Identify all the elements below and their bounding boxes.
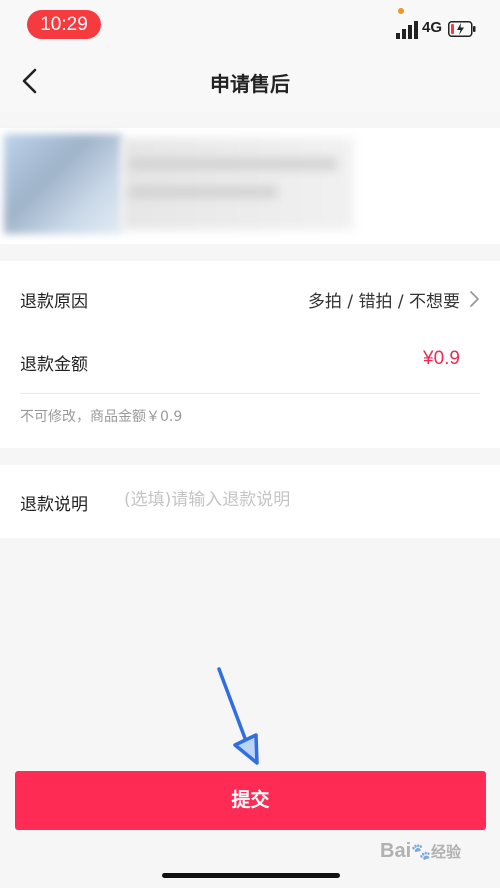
product-thumbnail xyxy=(4,134,122,234)
watermark-suffix: 经验 xyxy=(431,843,462,861)
refund-amount-label: 退款金额 xyxy=(20,355,88,375)
status-time: 10:29 xyxy=(27,10,101,39)
page-title: 申请售后 xyxy=(210,72,290,96)
refund-reason-value[interactable]: 多拍 / 错拍 / 不想要 xyxy=(308,287,460,312)
refund-info-card: 退款原因 多拍 / 错拍 / 不想要 退款金额 ¥0.9 不可修改，商品金额￥0… xyxy=(0,261,500,448)
baidu-jingyan-watermark: Bai🐾经验 xyxy=(380,840,462,862)
product-card[interactable] xyxy=(0,128,500,244)
home-indicator xyxy=(162,873,340,878)
refund-description-label: 退款说明 xyxy=(20,495,88,515)
signal-icon xyxy=(396,21,418,39)
product-title-blurred xyxy=(128,158,338,170)
submit-button[interactable]: 提交 xyxy=(15,771,486,830)
refund-description-input[interactable] xyxy=(124,485,464,515)
divider xyxy=(20,393,480,394)
chevron-right-icon[interactable] xyxy=(468,290,480,308)
network-type: 4G xyxy=(422,19,443,36)
refund-amount-value: ¥0.9 xyxy=(423,348,460,369)
refund-reason-label: 退款原因 xyxy=(20,292,88,312)
status-bar: 10:29 4G xyxy=(0,0,500,50)
battery-icon xyxy=(448,21,476,37)
navigation-bar: 申请售后 xyxy=(0,50,500,112)
product-spec-blurred xyxy=(128,186,278,198)
privacy-indicator-dot xyxy=(398,8,404,14)
product-info-blurred xyxy=(122,138,354,230)
refund-description-card: 退款说明 xyxy=(0,465,500,538)
arrow-down-annotation-icon xyxy=(217,667,259,765)
amount-hint: 不可修改，商品金额￥0.9 xyxy=(20,409,183,425)
watermark-brand: Bai xyxy=(380,840,412,862)
